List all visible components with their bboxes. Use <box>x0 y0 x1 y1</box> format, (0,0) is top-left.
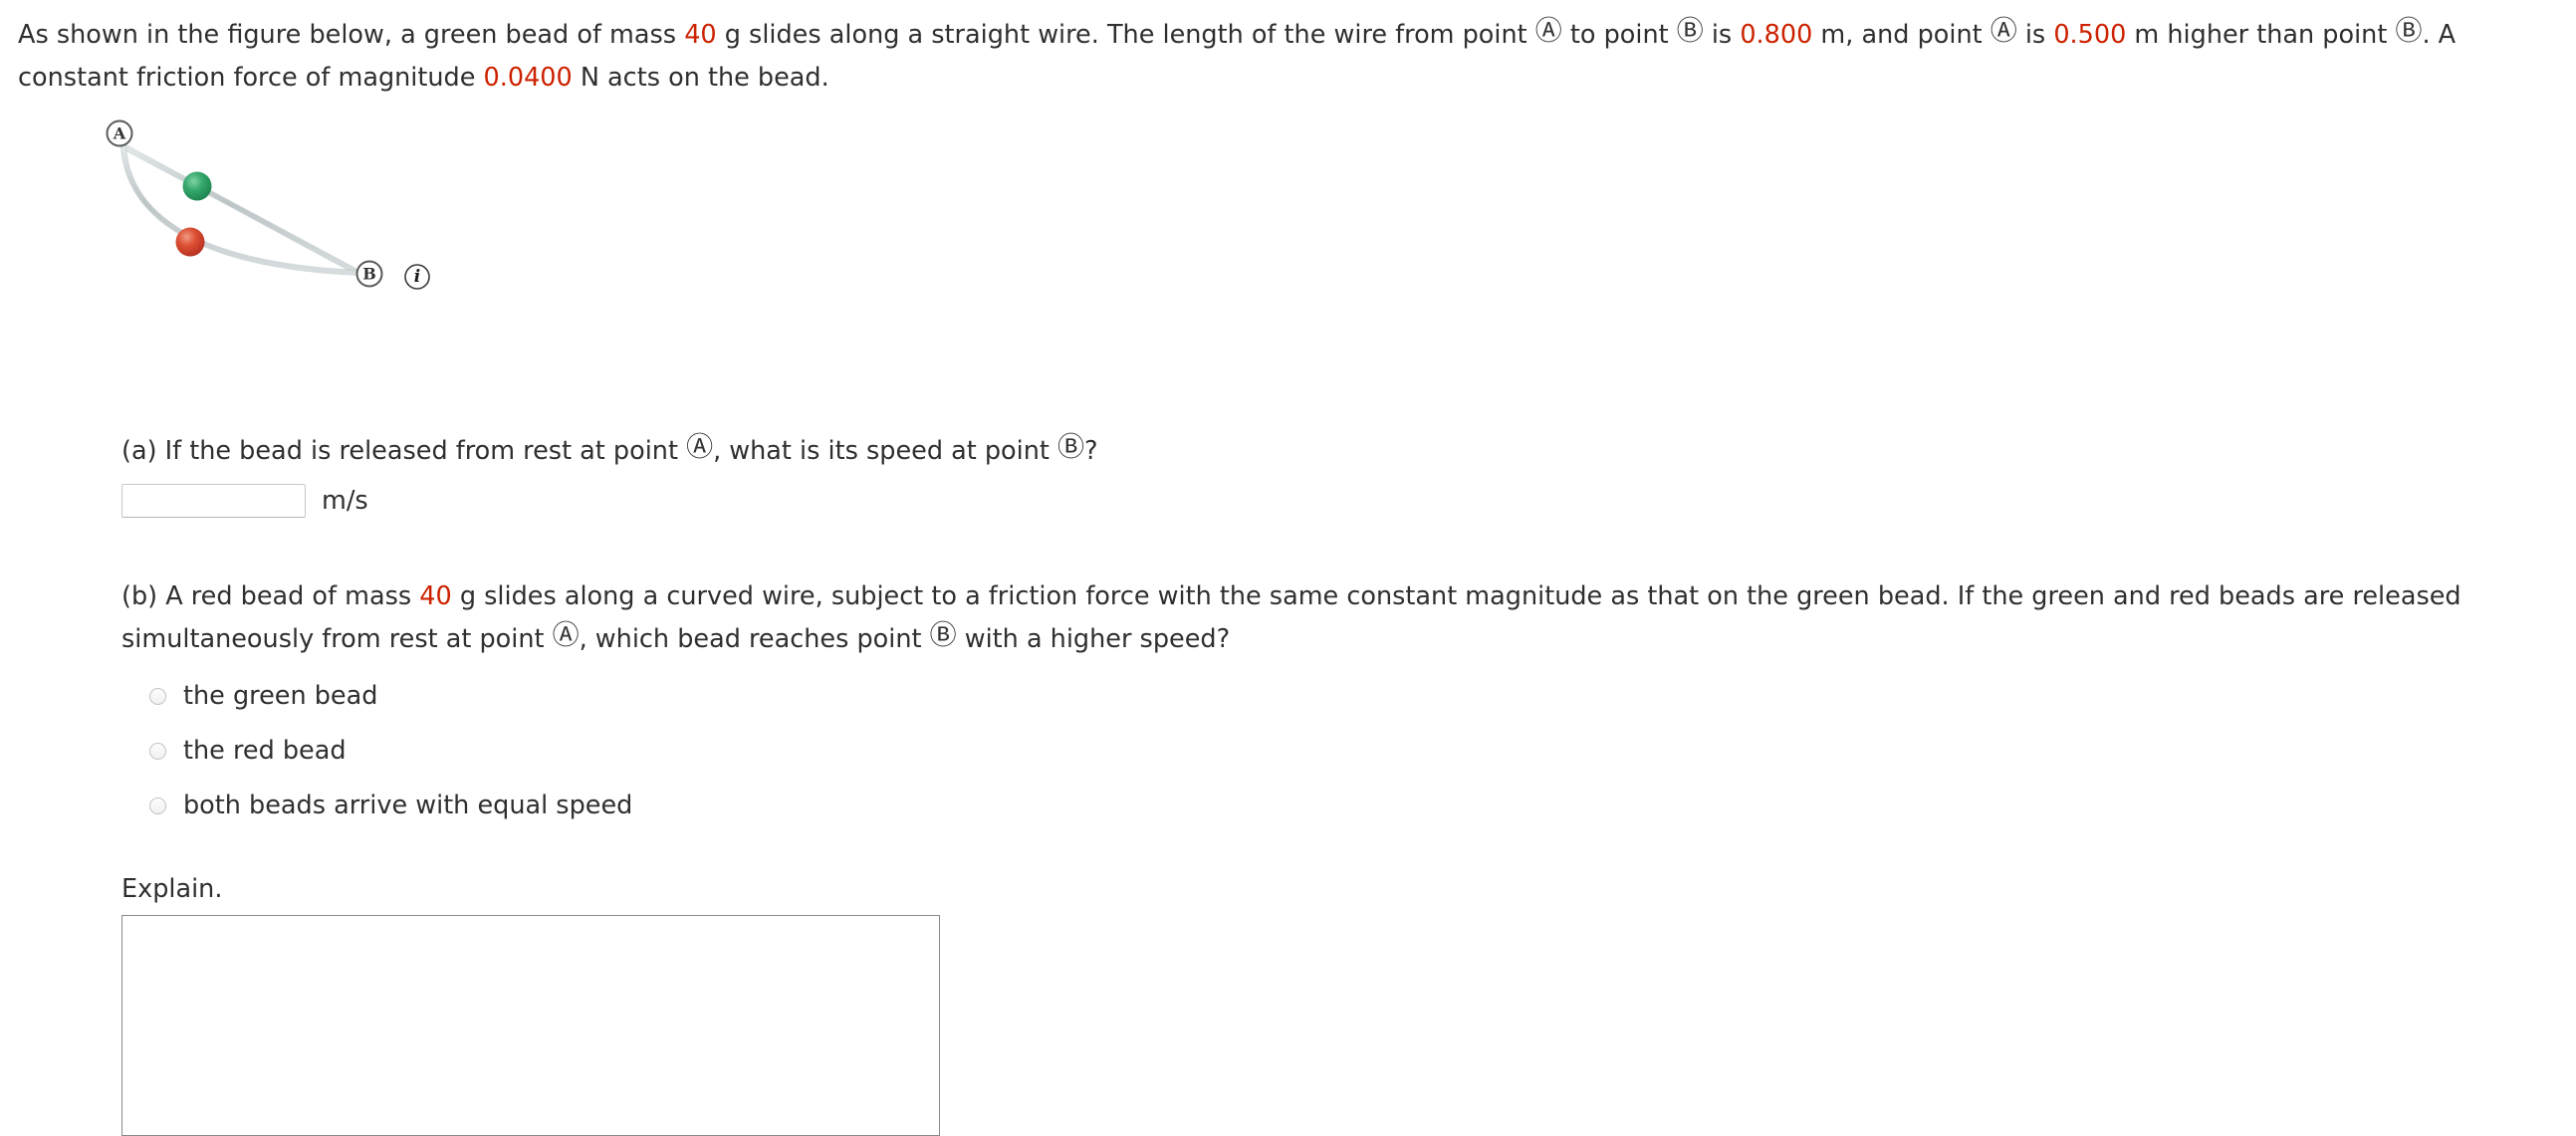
point-a-inline-label-2: Ⓐ <box>1990 16 2017 47</box>
part-b-mass-value: 40 <box>419 581 452 611</box>
intro-text-1: As shown in the figure below, a green be… <box>18 20 685 50</box>
part-a-answer-row: m/s <box>121 484 2576 518</box>
green-bead <box>182 171 212 201</box>
point-a-marker: A <box>106 119 133 147</box>
part-a-text-2: , what is its speed at point <box>713 436 1057 466</box>
radio-equal-speed[interactable] <box>149 796 166 814</box>
part-b-question: (b) A red bead of mass 40 g slides along… <box>121 575 2541 661</box>
problem-statement: As shown in the figure below, a green be… <box>18 14 2558 100</box>
part-b-point-b-label: Ⓑ <box>929 620 957 651</box>
friction-value: 0.0400 <box>483 63 573 93</box>
info-icon[interactable]: i <box>404 264 430 290</box>
mass-value: 40 <box>684 20 717 50</box>
point-a-inline-label: Ⓐ <box>1534 16 1562 47</box>
point-b-marker: B <box>355 260 383 288</box>
point-b-text: B <box>362 265 376 284</box>
speed-unit-label: m/s <box>322 486 368 516</box>
part-a-point-b-label: Ⓑ <box>1056 432 1084 463</box>
choice-label-red-bead: the red bead <box>183 736 347 766</box>
red-bead <box>175 227 205 257</box>
point-b-inline-label: Ⓑ <box>1676 16 1704 47</box>
part-a-question: (a) If the bead is released from rest at… <box>121 430 2558 473</box>
part-b-text-2: g slides along a curved wire, subject to… <box>121 581 2461 654</box>
choice-red-bead[interactable]: the red bead <box>149 732 2576 770</box>
intro-text-7: m higher than point <box>2126 20 2396 50</box>
choice-equal-speed[interactable]: both beads arrive with equal speed <box>149 787 2576 824</box>
part-b-point-a-label: Ⓐ <box>552 620 580 651</box>
radio-red-bead[interactable] <box>149 742 166 760</box>
intro-text-3: to point <box>1561 20 1677 50</box>
choice-label-equal-speed: both beads arrive with equal speed <box>183 791 633 820</box>
intro-text-9: N acts on the bead. <box>572 63 829 93</box>
part-a-text-1: (a) If the bead is released from rest at… <box>121 436 687 466</box>
speed-answer-input[interactable] <box>121 484 306 518</box>
part-b-text-3: , which bead reaches point <box>579 624 930 654</box>
intro-text-6: is <box>2016 20 2054 50</box>
bead-wire-figure: A B i <box>100 117 657 366</box>
intro-text-4: is <box>1703 20 1741 50</box>
intro-text-5: m, and point <box>1812 20 1991 50</box>
point-b-inline-label-2: Ⓑ <box>2395 16 2423 47</box>
choice-green-bead[interactable]: the green bead <box>149 677 2576 715</box>
height-value: 0.500 <box>2053 20 2127 50</box>
explain-label: Explain. <box>121 874 223 904</box>
part-a-point-a-label: Ⓐ <box>686 432 714 463</box>
part-b-choice-list: the green bead the red bead both beads a… <box>149 677 2576 824</box>
problem-page: As shown in the figure below, a green be… <box>0 0 2576 1136</box>
part-a-text-3: ? <box>1083 436 1098 466</box>
part-b-text-4: with a higher speed? <box>956 624 1231 654</box>
radio-green-bead[interactable] <box>149 687 166 705</box>
point-a-text: A <box>113 124 126 143</box>
explain-textarea[interactable] <box>121 915 940 1136</box>
info-icon-glyph: i <box>414 267 420 287</box>
part-b-text-1: (b) A red bead of mass <box>121 581 420 611</box>
choice-label-green-bead: the green bead <box>183 681 378 711</box>
wire-length-value: 0.800 <box>1740 20 1813 50</box>
intro-text-2: g slides along a straight wire. The leng… <box>716 20 1535 50</box>
